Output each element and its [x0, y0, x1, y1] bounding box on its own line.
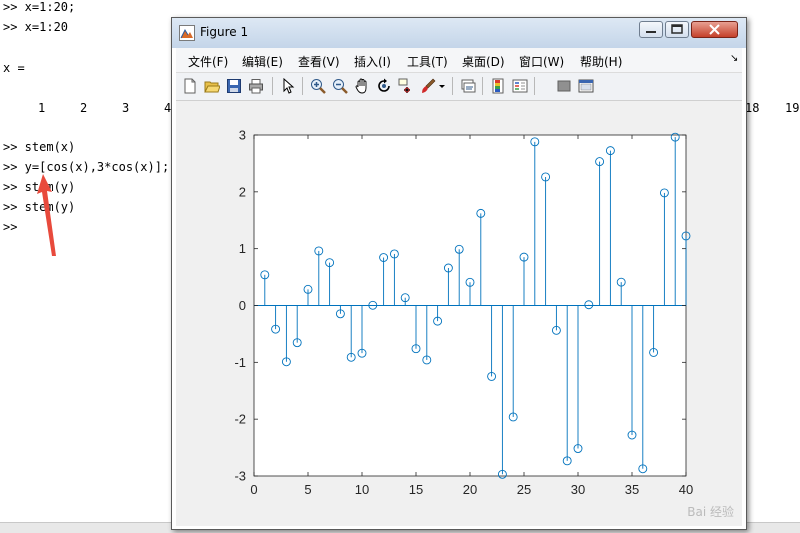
zoom-in-icon[interactable] [310, 78, 326, 94]
figure-toolbar [176, 73, 742, 101]
legend-icon[interactable] [512, 78, 528, 94]
menu-help[interactable]: 帮助(H) [580, 53, 622, 70]
y-tick-label: -3 [234, 469, 246, 484]
minimize-button[interactable] [639, 21, 663, 38]
figure-title: Figure 1 [200, 25, 249, 39]
plot-area[interactable]: 0 5 10 15 20 25 30 35 40 -3 -2 -1 0 1 2 3 Bai 经验 [176, 101, 742, 526]
maximize-icon [671, 24, 683, 34]
colorbar-icon[interactable] [490, 78, 506, 94]
toolbar-separator [482, 77, 483, 95]
toolbar-separator [452, 77, 453, 95]
rotate-3d-icon[interactable] [376, 78, 392, 94]
menu-bar: 文件(F) 编辑(E) 查看(V) 插入(I) 工具(T) 桌面(D) 窗口(W… [176, 48, 742, 73]
y-tick-label: 0 [239, 298, 246, 313]
x-tick-label: 5 [304, 482, 311, 497]
x-tick-label: 0 [250, 482, 257, 497]
x-tick-label: 25 [517, 482, 531, 497]
menu-tools[interactable]: 工具(T) [407, 53, 448, 70]
x-tick-label: 15 [409, 482, 423, 497]
close-button[interactable] [691, 21, 738, 38]
y-tick-label: 1 [239, 241, 246, 256]
link-plot-icon[interactable] [460, 78, 476, 94]
data-cursor-icon[interactable] [398, 78, 414, 94]
x-tick-label: 30 [571, 482, 585, 497]
figure-titlebar[interactable]: Figure 1 [172, 18, 746, 48]
x-tick-label: 10 [355, 482, 369, 497]
open-file-icon[interactable] [204, 78, 220, 94]
stem-plot[interactable]: 0 5 10 15 20 25 30 35 40 -3 -2 -1 0 1 2 3 [176, 101, 742, 526]
x-tick-label: 20 [463, 482, 477, 497]
close-icon [709, 24, 720, 35]
menu-overflow-icon[interactable]: ↘ [730, 53, 738, 64]
figure-window[interactable]: Figure 1 文件(F) 编辑(E) 查看(V) 插入(I) 工具(T) 桌… [171, 17, 747, 530]
toolbar-separator [272, 77, 273, 95]
command-line-1: >> x=1:20; [3, 0, 76, 14]
maximize-button[interactable] [665, 21, 689, 38]
menu-edit[interactable]: 编辑(E) [242, 53, 283, 70]
pointer-icon[interactable] [280, 78, 296, 94]
pan-hand-icon[interactable] [354, 78, 370, 94]
watermark-text: Bai 经验 [687, 505, 734, 519]
command-line-stem-x: >> stem(x) [3, 140, 76, 154]
hide-plot-tools-icon[interactable] [556, 78, 572, 94]
y-tick-label: -1 [234, 355, 246, 370]
vector-value: 19 [785, 101, 800, 115]
vector-value: 1 [38, 101, 46, 115]
command-output-label: x = [3, 61, 25, 75]
red-arrow-annotation [37, 174, 56, 256]
command-line-y-def: >> y=[cos(x),3*cos(x)]; [3, 160, 170, 174]
vector-value: 3 [122, 101, 130, 115]
command-line-2: >> x=1:20 [3, 20, 69, 34]
show-plot-tools-icon[interactable] [578, 78, 594, 94]
vector-value: 18 [745, 101, 760, 115]
zoom-out-icon[interactable] [332, 78, 348, 94]
y-tick-label: 3 [239, 128, 246, 143]
toolbar-separator [302, 77, 303, 95]
menu-file[interactable]: 文件(F) [188, 53, 228, 70]
matlab-figure-icon [179, 25, 195, 41]
brush-icon[interactable] [420, 78, 436, 94]
print-icon[interactable] [248, 78, 264, 94]
vector-value: 2 [80, 101, 88, 115]
y-tick-label: 2 [239, 184, 246, 199]
new-figure-icon[interactable] [182, 78, 198, 94]
menu-insert[interactable]: 插入(I) [354, 53, 391, 70]
y-tick-label: -2 [234, 412, 246, 427]
x-tick-label: 40 [679, 482, 693, 497]
menu-view[interactable]: 查看(V) [298, 53, 340, 70]
menu-window[interactable]: 窗口(W) [519, 53, 564, 70]
menu-desktop[interactable]: 桌面(D) [462, 53, 505, 70]
save-icon[interactable] [226, 78, 242, 94]
minimize-icon [646, 31, 656, 33]
x-tick-label: 35 [625, 482, 639, 497]
command-prompt[interactable]: >> [3, 220, 17, 234]
brush-dropdown-icon[interactable] [438, 78, 446, 94]
toolbar-separator [534, 77, 535, 95]
